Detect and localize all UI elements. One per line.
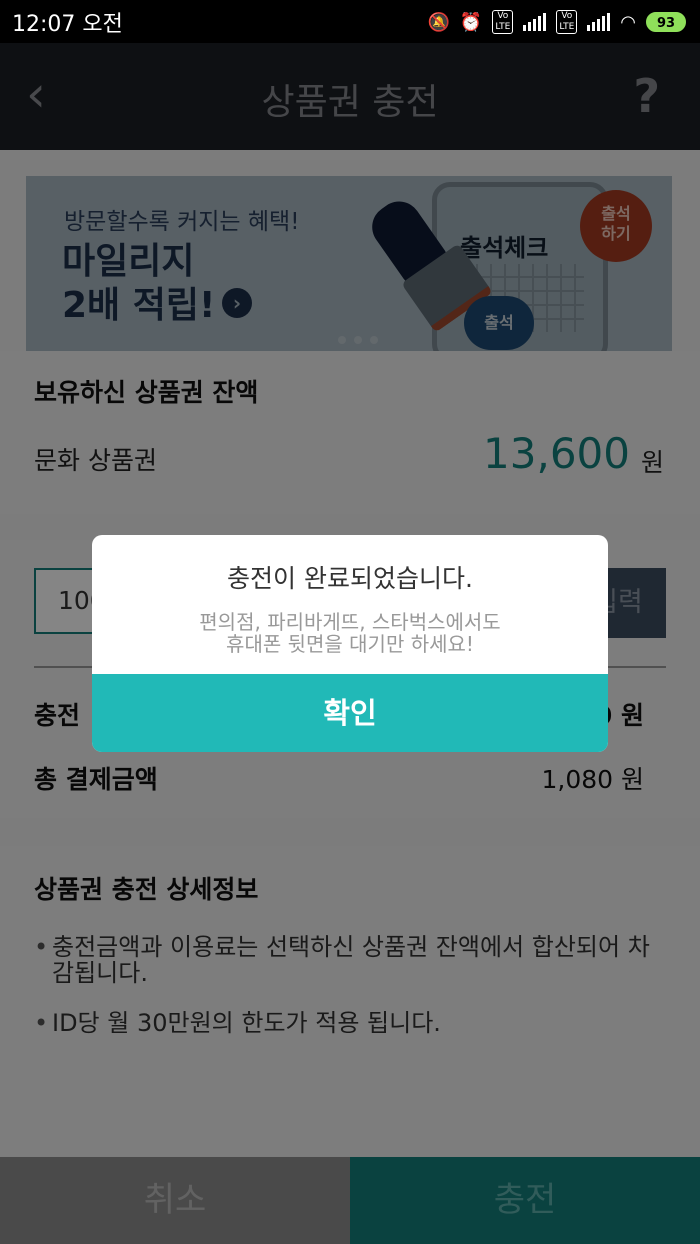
battery-icon: 93 — [646, 12, 686, 32]
status-icons: 🔕 ⏰ Vo LTE Vo LTE ◠ 93 — [427, 8, 686, 36]
dialog-title: 충전이 완료되었습니다. — [227, 564, 473, 593]
signal-icon — [523, 13, 547, 31]
signal-icon-2 — [587, 13, 611, 31]
dialog-message-line: 휴대폰 뒷면을 대기만 하세요! — [226, 632, 474, 656]
wifi-icon: ◠ — [620, 11, 636, 33]
volte-icon: Vo LTE — [492, 10, 514, 34]
alarm-icon: ⏰ — [459, 11, 483, 33]
ok-button[interactable]: 확인 — [92, 674, 608, 752]
completion-dialog: 충전이 완료되었습니다. 편의점, 파리바게뜨, 스타벅스에서도 휴대폰 뒷면을… — [92, 535, 608, 752]
status-bar: 12:07 오전 🔕 ⏰ Vo LTE Vo LTE ◠ 93 — [0, 0, 700, 43]
dialog-message: 편의점, 파리바게뜨, 스타벅스에서도 휴대폰 뒷면을 대기만 하세요! — [92, 611, 608, 655]
status-time: 12:07 오전 — [12, 12, 123, 37]
dialog-message-line: 편의점, 파리바게뜨, 스타벅스에서도 — [199, 610, 501, 634]
mute-icon: 🔕 — [427, 11, 450, 33]
volte-icon-2: Vo LTE — [556, 10, 578, 34]
